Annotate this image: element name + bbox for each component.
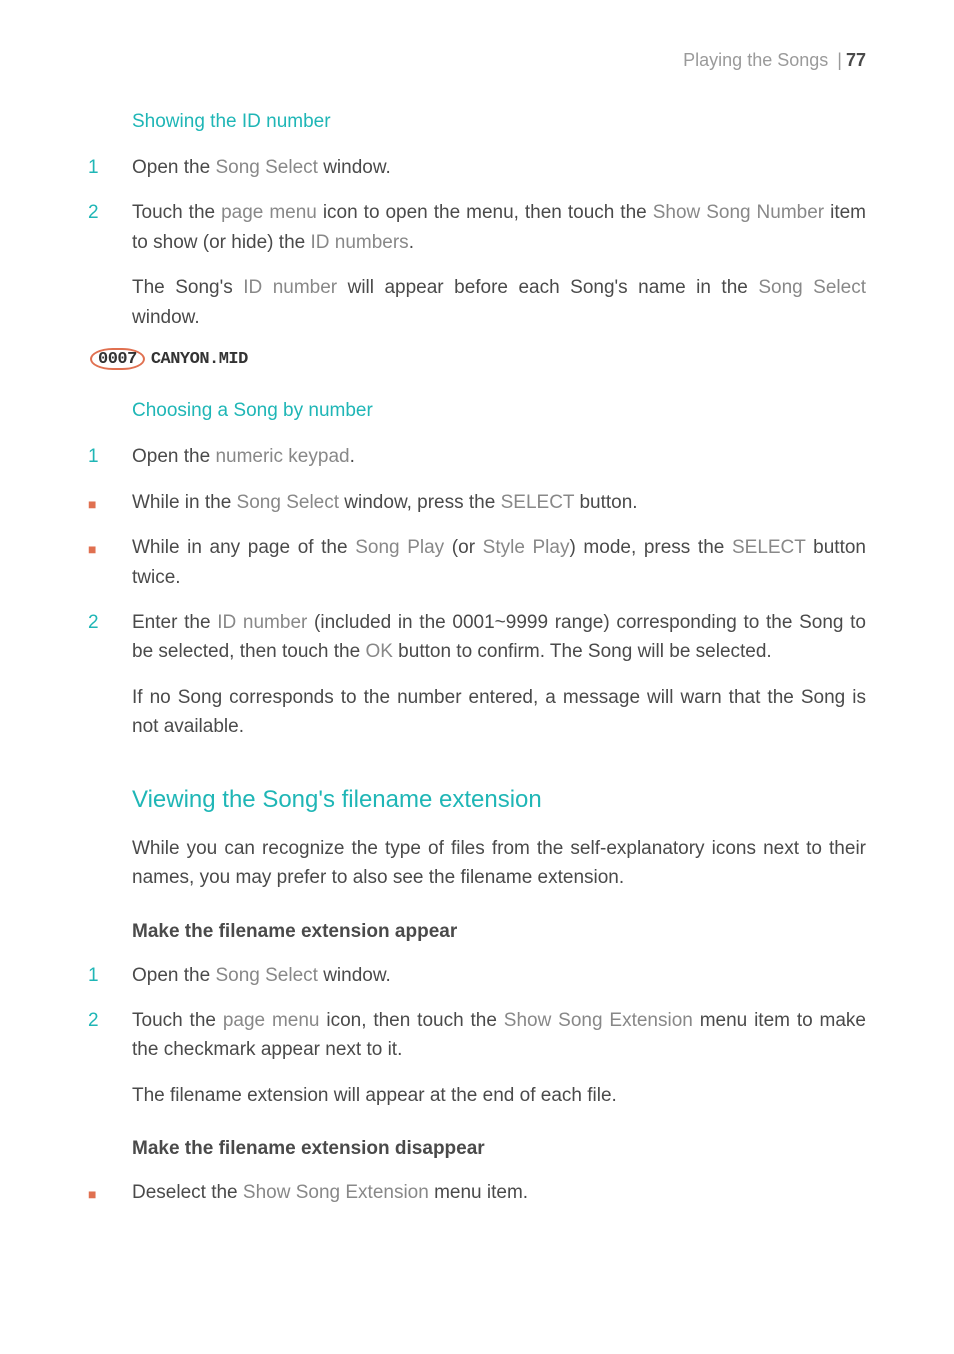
list-body: While in any page of the Song Play (or S… [132,533,866,592]
term: Show Song Extension [504,1010,693,1031]
paragraph: The Song's ID number will appear before … [132,273,866,332]
heading-viewing-extension: Viewing the Song's filename extension [132,786,866,814]
text: window. [318,157,391,178]
list-item: 2 Enter the ID number (included in the 0… [88,608,866,667]
text: menu item. [429,1182,528,1203]
bullet-icon: ■ [88,488,132,517]
term: Song Select [215,157,317,178]
term: ID number [243,277,337,298]
text: Open the [132,446,215,467]
text: Enter the [132,612,217,633]
bullet-icon: ■ [88,533,132,592]
text: window. [132,307,200,328]
term: ID number [217,612,307,633]
text: window, press the [339,492,501,513]
text: button. [574,492,637,513]
list-item: ■ Deselect the Show Song Extension menu … [88,1178,866,1207]
paragraph: The filename extension will appear at th… [132,1081,866,1110]
sub-heading-appear: Make the filename extension appear [132,921,866,943]
list-number: 2 [88,608,132,667]
term: Song Select [215,965,317,986]
list-body: Enter the ID number (included in the 000… [132,608,866,667]
list-body: While in the Song Select window, press t… [132,488,866,517]
list-item: 2 Touch the page menu icon to open the m… [88,198,866,257]
text: . [409,232,414,253]
list-number: 2 [88,198,132,257]
term: Style Play [483,537,570,558]
term: Show Song Extension [243,1182,429,1203]
term: Song Select [758,277,866,298]
list-body: Touch the page menu icon, then touch the… [132,1006,866,1065]
list-body: Touch the page menu icon to open the men… [132,198,866,257]
page-header: Playing the Songs |77 [88,50,866,71]
paragraph: While you can recognize the type of file… [132,834,866,893]
term: SELECT [732,537,806,558]
term: page menu [221,202,317,223]
text: While in any page of the [132,537,355,558]
page-number: 77 [846,50,866,70]
paragraph: If no Song corresponds to the number ent… [132,683,866,742]
text: icon, then touch the [319,1010,503,1031]
list-number: 1 [88,442,132,471]
header-divider: | [837,50,842,70]
text: Touch the [132,1010,223,1031]
text: Deselect the [132,1182,243,1203]
list-item: 1 Open the Song Select window. [88,961,866,990]
list-body: Open the Song Select window. [132,961,866,990]
list-item: 1 Open the Song Select window. [88,153,866,182]
list-item: ■ While in the Song Select window, press… [88,488,866,517]
text: Open the [132,965,215,986]
id-number-pill: 0007 [90,348,145,370]
bullet-icon: ■ [88,1178,132,1207]
section-name: Playing the Songs [683,50,828,70]
list-item: 1 Open the numeric keypad. [88,442,866,471]
text: Open the [132,157,215,178]
term: Song Play [355,537,444,558]
term: page menu [223,1010,320,1031]
list-number: 2 [88,1006,132,1065]
text: (or [444,537,482,558]
text: will appear before each Song's name in t… [337,277,758,298]
text: ) mode, press the [569,537,732,558]
term: OK [365,641,392,662]
list-body: Deselect the Show Song Extension menu it… [132,1178,866,1207]
heading-showing-id: Showing the ID number [132,111,866,133]
list-item: 2 Touch the page menu icon, then touch t… [88,1006,866,1065]
list-number: 1 [88,961,132,990]
list-number: 1 [88,153,132,182]
list-item: ■ While in any page of the Song Play (or… [88,533,866,592]
example-filename: CANYON.MID [151,350,248,369]
text: . [350,446,355,467]
text: The Song's [132,277,243,298]
text: While in the [132,492,237,513]
text: icon to open the menu, then touch the [317,202,653,223]
text: button to confirm. The Song will be sele… [393,641,772,662]
term: Song Select [237,492,339,513]
term: numeric keypad [215,446,349,467]
term: Show Song Number [653,202,824,223]
list-body: Open the numeric keypad. [132,442,866,471]
sub-heading-disappear: Make the filename extension disappear [132,1138,866,1160]
term: SELECT [501,492,575,513]
heading-choosing-song: Choosing a Song by number [132,400,866,422]
text: window. [318,965,391,986]
term: ID numbers [310,232,408,253]
text: Touch the [132,202,221,223]
list-body: Open the Song Select window. [132,153,866,182]
song-id-example: 0007 CANYON.MID [90,348,866,370]
